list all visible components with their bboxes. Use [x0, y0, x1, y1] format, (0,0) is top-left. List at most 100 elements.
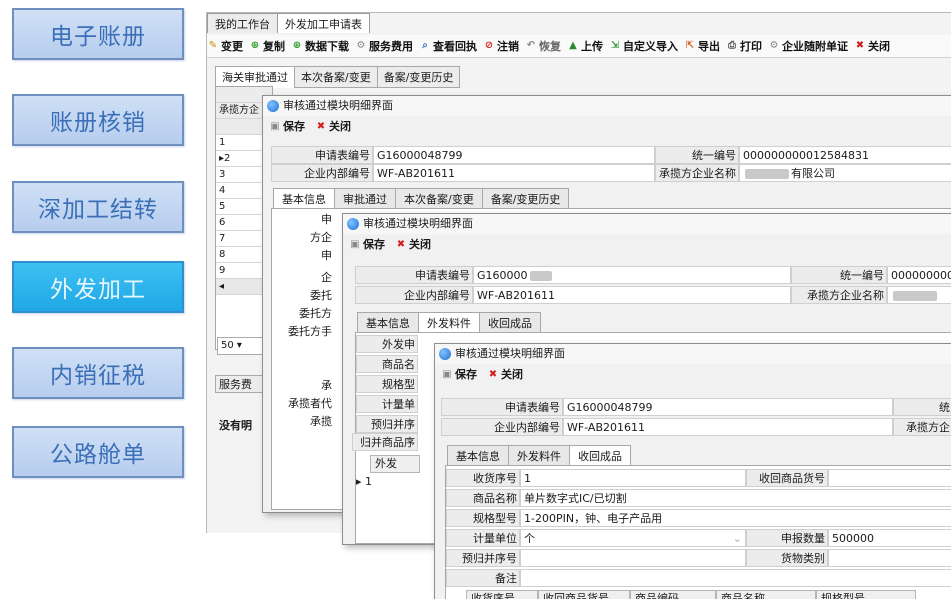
- remark-label: 备注: [446, 569, 520, 587]
- tab-filing-history[interactable]: 备案/变更历史: [376, 66, 461, 88]
- remark-field[interactable]: [520, 569, 951, 587]
- tab-current-filing[interactable]: 本次备案/变更: [294, 66, 378, 88]
- spec-label: 规格型号: [446, 509, 520, 527]
- cancel-registration-button[interactable]: ⊘ 注销: [483, 38, 519, 54]
- copy-icon: ⊕: [250, 40, 260, 51]
- tab-returned-products[interactable]: 收回成品: [479, 312, 541, 334]
- pre-merge-seq-field[interactable]: [520, 549, 746, 567]
- unit-select[interactable]: 个 ⌄: [520, 529, 746, 547]
- seq-field[interactable]: 1: [520, 469, 746, 487]
- unified-no-field[interactable]: 000000000012584831: [739, 146, 951, 164]
- undo-icon: ↶: [526, 40, 536, 51]
- upload-icon: ▲: [569, 40, 577, 51]
- main-tabbar: 我的工作台 外发加工申请表: [207, 13, 370, 33]
- contractor-label: 承揽方企业名称: [791, 286, 887, 304]
- unified-no-field[interactable]: 000000000: [887, 266, 951, 284]
- redacted-text: [893, 291, 937, 301]
- close-button[interactable]: ✖ 关闭: [315, 116, 351, 138]
- tab-basic-info[interactable]: 基本信息: [357, 312, 419, 334]
- apply-no-field[interactable]: G160000: [473, 266, 791, 284]
- inner-no-field[interactable]: WF-AB201611: [563, 418, 893, 436]
- nav-road-manifest[interactable]: 公路舱单: [12, 426, 184, 478]
- apply-no-label: 申请表编号: [271, 146, 373, 164]
- view-receipt-button[interactable]: ⌕ 查看回执: [419, 38, 477, 54]
- apply-no-label: 申请表编号: [355, 266, 473, 284]
- tab-basic-info[interactable]: 基本信息: [447, 445, 509, 467]
- dialog2-tabs: 基本信息 外发料件 收回成品: [357, 312, 541, 334]
- contractor-label: 承揽方企: [893, 418, 951, 436]
- tab-outsourced-materials[interactable]: 外发料件: [508, 445, 570, 467]
- no-data-text: 没有明: [219, 419, 252, 432]
- field-label: 外发申: [356, 335, 418, 353]
- tab-returned-products[interactable]: 收回成品: [569, 445, 631, 467]
- spec-field[interactable]: 1-200PIN，钟、电子产品用: [520, 509, 951, 527]
- declared-qty-label: 申报数量: [746, 529, 828, 547]
- goods-name-label: 商品名称: [446, 489, 520, 507]
- tab-outsource-application[interactable]: 外发加工申请表: [277, 13, 370, 33]
- side-label: 委托方: [299, 307, 332, 320]
- save-icon: ▣: [270, 121, 280, 132]
- dialog-toolbar: ▣ 保存 ✖ 关闭: [435, 364, 951, 386]
- inner-no-label: 企业内部编号: [271, 164, 373, 182]
- dialog-toolbar: ▣ 保存 ✖ 关闭: [343, 234, 951, 256]
- save-button[interactable]: ▣ 保存: [349, 234, 385, 256]
- tab-current-filing[interactable]: 本次备案/变更: [395, 188, 483, 210]
- tab-filing-history[interactable]: 备案/变更历史: [481, 188, 570, 210]
- contractor-field[interactable]: [887, 286, 951, 304]
- unit-label: 计量单位: [446, 529, 520, 547]
- tab-basic-info[interactable]: 基本信息: [273, 188, 335, 210]
- close-button[interactable]: ✖ 关闭: [854, 38, 890, 54]
- side-label: 承揽者代: [288, 397, 332, 410]
- tab-approved[interactable]: 审批通过: [334, 188, 396, 210]
- chevron-down-icon: ⌄: [732, 532, 742, 545]
- inner-no-field[interactable]: WF-AB201611: [373, 164, 655, 182]
- attachments-button[interactable]: ⚙ 企业随附单证: [768, 38, 848, 54]
- copy-button[interactable]: ⊕ 复制: [249, 38, 285, 54]
- upload-button[interactable]: ▲ 上传: [567, 38, 603, 54]
- unified-no-label: 统: [893, 398, 951, 416]
- apply-no-field[interactable]: G16000048799: [563, 398, 893, 416]
- close-button[interactable]: ✖ 关闭: [487, 364, 523, 386]
- redacted-text: [745, 169, 789, 179]
- nav-deep-processing-transfer[interactable]: 深加工结转: [12, 181, 184, 233]
- prohibit-icon: ⊘: [484, 40, 494, 51]
- close-icon: ✖: [316, 121, 326, 132]
- inner-no-field[interactable]: WF-AB201611: [473, 286, 791, 304]
- apply-no-field[interactable]: G16000048799: [373, 146, 655, 164]
- search-icon: ⌕: [422, 40, 428, 51]
- nav-electronic-ledger[interactable]: 电子账册: [12, 8, 184, 60]
- restore-button[interactable]: ↶ 恢复: [525, 38, 561, 54]
- inner-no-label: 企业内部编号: [355, 286, 473, 304]
- app-logo-icon: [347, 218, 359, 230]
- save-button[interactable]: ▣ 保存: [269, 116, 305, 138]
- pre-merge-seq-label: 预归并序号: [446, 549, 520, 567]
- declared-qty-field[interactable]: 500000: [828, 529, 951, 547]
- inner-no-label: 企业内部编号: [441, 418, 563, 436]
- service-fee-button[interactable]: ⚙ 服务费用: [355, 38, 413, 54]
- close-button[interactable]: ✖ 关闭: [395, 234, 431, 256]
- custom-import-button[interactable]: ⇲ 自定义导入: [609, 38, 678, 54]
- returned-item-no-field[interactable]: [828, 469, 951, 487]
- table-row[interactable]: ▸ 1: [356, 475, 372, 488]
- download-button[interactable]: ⊕ 数据下载: [291, 38, 349, 54]
- goods-name-field[interactable]: 单片数字式IC/已切割: [520, 489, 951, 507]
- side-label: 承揽: [310, 415, 332, 428]
- returned-item-no-label: 收回商品货号: [746, 469, 828, 487]
- redacted-text: [529, 271, 552, 281]
- save-button[interactable]: ▣ 保存: [441, 364, 477, 386]
- nav-domestic-sales-tax[interactable]: 内销征税: [12, 347, 184, 399]
- nav-ledger-verification[interactable]: 账册核销: [12, 94, 184, 146]
- contractor-field[interactable]: 有限公司: [739, 164, 951, 182]
- tab-outsourced-materials[interactable]: 外发料件: [418, 312, 480, 334]
- dialog3-tabs: 基本信息 外发料件 收回成品: [447, 445, 631, 467]
- print-button[interactable]: ⎙ 打印: [726, 38, 762, 54]
- export-button[interactable]: ⇱ 导出: [684, 38, 720, 54]
- change-button[interactable]: ✎ 变更: [207, 38, 243, 54]
- dialog-title-bar: 审核通过模块明细界面: [343, 214, 951, 234]
- tab-customs-approved[interactable]: 海关审批通过: [215, 66, 295, 88]
- gear-icon: ⚙: [769, 40, 779, 51]
- tab-workbench[interactable]: 我的工作台: [207, 13, 278, 33]
- nav-outsourced-processing[interactable]: 外发加工: [12, 261, 184, 313]
- goods-category-field[interactable]: [828, 549, 951, 567]
- page-size-select[interactable]: 50 ▾: [217, 337, 266, 355]
